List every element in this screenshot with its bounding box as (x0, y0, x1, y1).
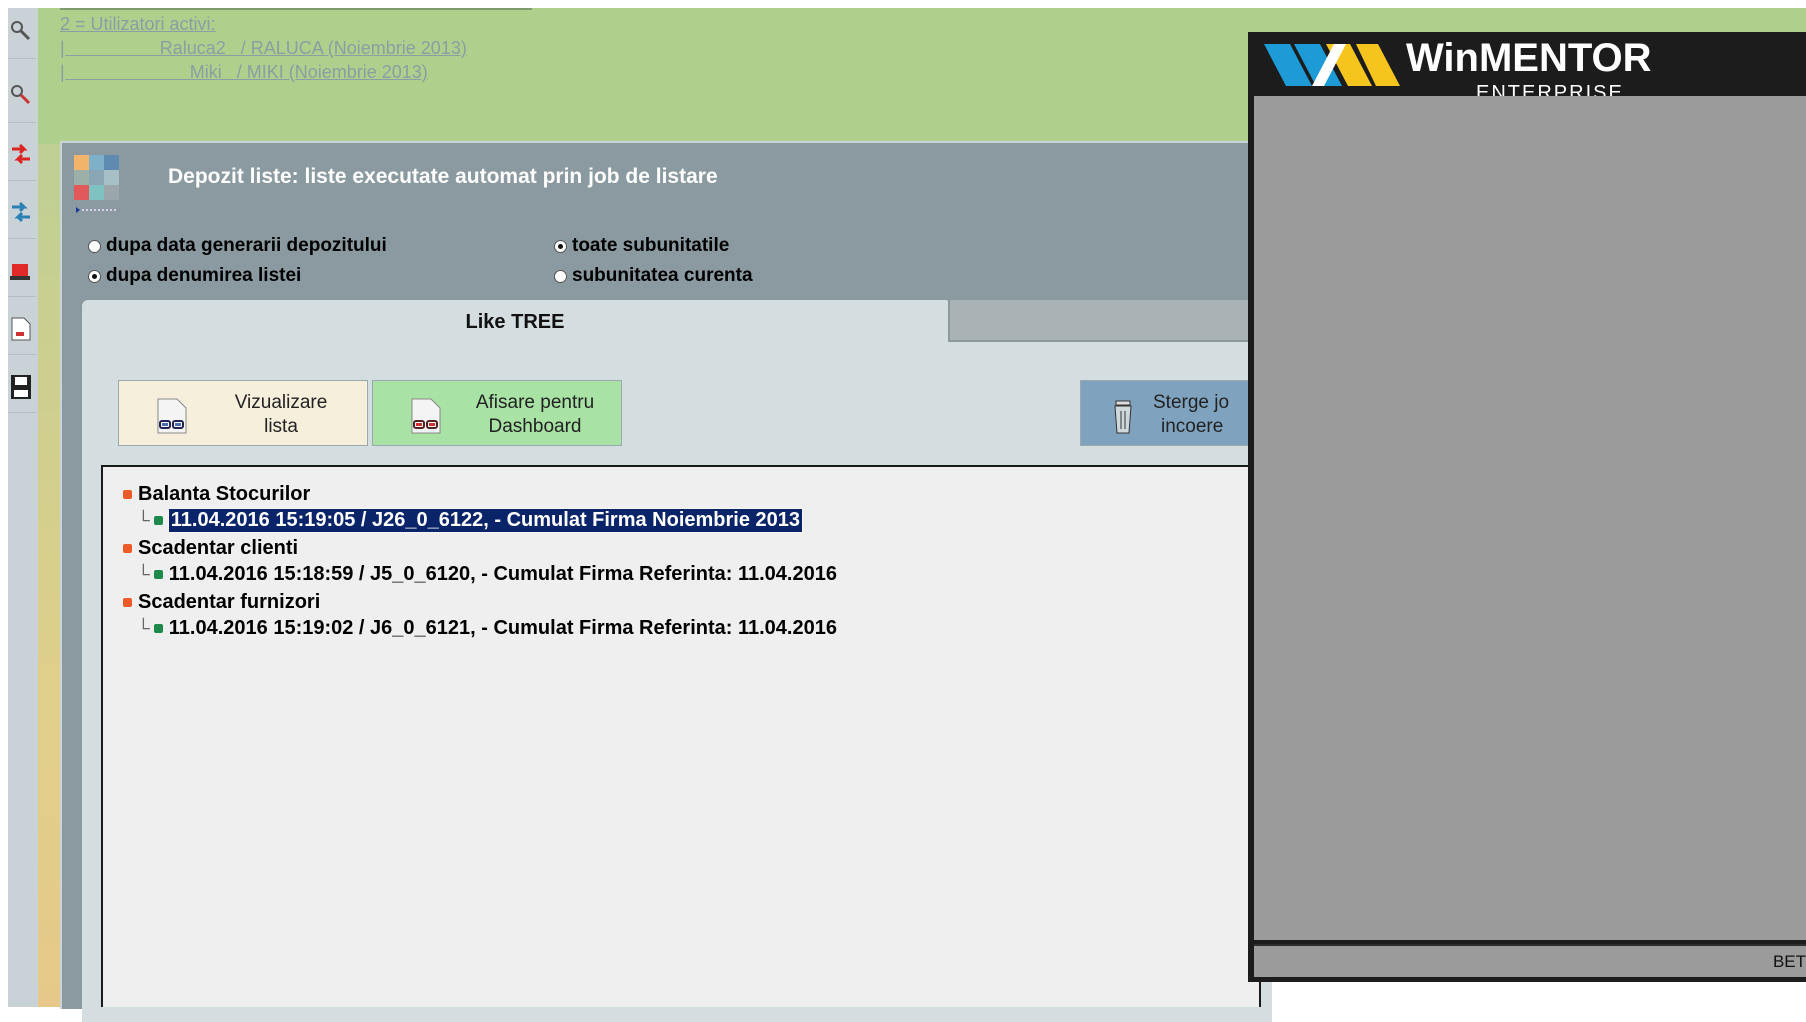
delete-jobs-label: Sterge jo incoere (1153, 391, 1255, 439)
winmentor-brand-mentor: MENTOR (1478, 36, 1652, 80)
tree-leaf-label: 11.04.2016 15:18:59 / J5_0_6120, - Cumul… (168, 563, 837, 585)
tree-leaf-label-selected: 11.04.2016 15:19:05 / J26_0_6122, - Cumu… (167, 508, 804, 533)
active-user-2: | Miki / MIKI (Noiembrie 2013) (60, 62, 428, 82)
top-divider (60, 8, 532, 10)
tb-save-icon[interactable] (8, 362, 36, 413)
tree-node-red-icon (123, 598, 132, 607)
tree-node-scadentar-furnizori[interactable]: Scadentar furnizori (123, 591, 320, 614)
view-list-label: Vizualizare lista (199, 391, 363, 439)
view-list-icon (155, 397, 189, 440)
winmentor-splash: WinMENTOR ENTERPRISE BET (1248, 32, 1806, 982)
tb-stapler-icon[interactable] (8, 246, 36, 297)
tree-leaf-scadentar-clienti[interactable]: └ 11.04.2016 15:18:59 / J5_0_6120, - Cum… (137, 563, 837, 586)
tree-leaf-balanta[interactable]: └ 11.04.2016 15:19:05 / J26_0_6122, - Cu… (137, 508, 804, 533)
dashboard-icon (409, 397, 443, 440)
tree-node-red-icon (123, 490, 132, 499)
splash-body (1254, 96, 1806, 940)
tree-connector: └ (137, 564, 150, 584)
tb-document-icon[interactable] (8, 304, 36, 355)
tree-node-label: Balanta Stocurilor (138, 483, 311, 505)
tree-leaf-green-icon (153, 516, 163, 525)
tree-leaf-green-icon (153, 570, 163, 579)
tab-like-tree[interactable]: Like TREE (82, 300, 948, 344)
tree-node-red-icon (123, 544, 132, 553)
delete-jobs-label-line2: incoere (1161, 416, 1224, 437)
tree-node-balanta[interactable]: Balanta Stocurilor (123, 483, 310, 506)
tree-node-label: Scadentar clienti (138, 537, 299, 559)
radio-current-subunit-circle[interactable] (554, 269, 567, 283)
left-toolbar (8, 8, 39, 1007)
lists-tree[interactable]: Balanta Stocurilor └ 11.04.2016 15:19:05… (101, 465, 1261, 1007)
tree-connector: └ (137, 618, 150, 638)
tree-node-scadentar-clienti[interactable]: Scadentar clienti (123, 537, 298, 560)
winmentor-logo-mark-icon (1264, 42, 1404, 93)
dashboard-label: Afisare pentru Dashboard (453, 391, 617, 439)
trash-can-icon (1111, 397, 1139, 442)
view-list-button[interactable]: Vizualizare lista (118, 380, 368, 446)
tb-search-icon[interactable] (8, 8, 36, 59)
tree-leaf-scadentar-furnizori[interactable]: └ 11.04.2016 15:19:02 / J6_0_6121, - Cum… (137, 617, 837, 640)
winmentor-brand-win: Win (1406, 36, 1479, 80)
splash-status-text: BET (1772, 952, 1806, 971)
view-list-label-line1: Vizualizare (234, 392, 328, 413)
view-list-label-line2: lista (264, 416, 298, 437)
tree-node-label: Scadentar furnizori (138, 591, 321, 613)
radio-all-subunits-label: toate subunitatile (572, 235, 730, 256)
window-title: Depozit liste: liste executate automat p… (168, 165, 718, 188)
active-user-1: | Raluca2 / RALUCA (Noiembrie 2013) (60, 38, 467, 58)
radio-all-subunits[interactable]: toate subunitatile (554, 235, 729, 257)
tree-leaf-label: 11.04.2016 15:19:02 / J6_0_6121, - Cumul… (168, 617, 837, 639)
dashboard-button[interactable]: Afisare pentru Dashboard (372, 380, 622, 446)
radio-current-subunit[interactable]: subunitatea curenta (554, 265, 753, 287)
radio-all-subunits-circle[interactable] (554, 239, 567, 253)
dashboard-label-line2: Dashboard (488, 416, 582, 437)
radio-sort-by-date-label: dupa data generarii depozitului (106, 235, 387, 256)
radio-current-subunit-label: subunitatea curenta (572, 265, 753, 286)
tb-search-red-icon[interactable] (8, 72, 36, 123)
radio-sort-by-name[interactable]: dupa denumirea listei (88, 265, 301, 287)
delete-jobs-label-line1: Sterge jo (1153, 392, 1230, 413)
radio-sort-by-date-circle[interactable] (88, 239, 101, 253)
tab-other[interactable] (950, 300, 1270, 340)
radio-sort-by-date[interactable]: dupa data generarii depozitului (88, 235, 387, 257)
left-background-strip (38, 8, 62, 1007)
tb-arrows-blue-icon[interactable] (8, 188, 36, 239)
delete-jobs-button[interactable]: Sterge jo incoere (1080, 380, 1260, 446)
splash-status-bar: BET (1254, 944, 1806, 977)
winmentor-brand: WinMENTOR (1406, 36, 1652, 81)
window-app-icon (74, 155, 120, 213)
tb-arrows-red-icon[interactable] (8, 130, 36, 181)
tree-connector: └ (137, 510, 150, 530)
active-users-title: 2 = Utilizatori activi: (60, 14, 216, 34)
tree-leaf-green-icon (153, 624, 163, 633)
radio-sort-by-name-label: dupa denumirea listei (106, 265, 302, 286)
radio-sort-by-name-circle[interactable] (88, 269, 101, 283)
dashboard-label-line1: Afisare pentru (475, 392, 595, 413)
